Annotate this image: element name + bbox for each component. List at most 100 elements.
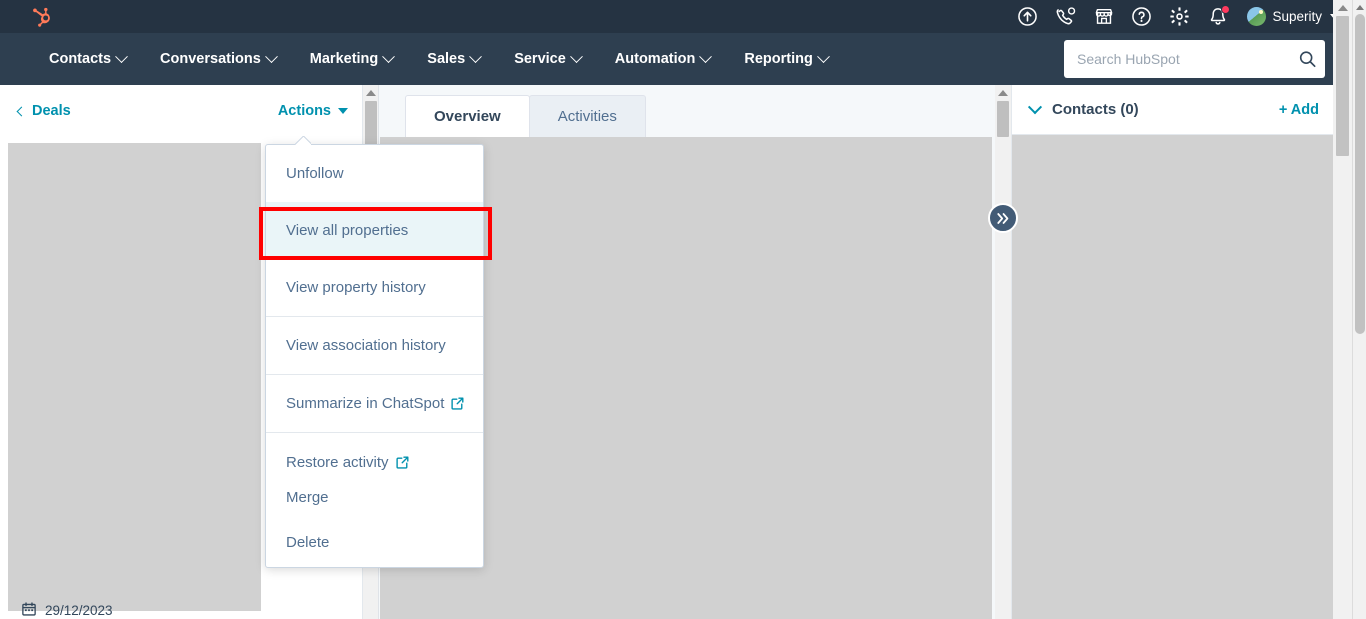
menu-item-label: View association history: [286, 337, 446, 354]
menu-item-label: View property history: [286, 279, 426, 296]
nav-item-label: Service: [514, 51, 566, 67]
nav-item-contacts[interactable]: Contacts: [32, 49, 143, 67]
marketplace-icon[interactable]: [1093, 6, 1114, 27]
notification-badge-dot: [1221, 5, 1231, 14]
chevron-down-icon: [338, 108, 348, 114]
actions-button-label: Actions: [277, 103, 331, 119]
chevron-down-icon: [699, 49, 713, 63]
back-to-deals-link[interactable]: Deals: [16, 103, 71, 119]
record-page-body: Deals Actions 29/12/2023 Overview Activi…: [0, 85, 1352, 619]
scroll-up-arrow-icon[interactable]: [1333, 0, 1352, 16]
menu-group-record-actions: Restore activity Merge Delete: [266, 432, 483, 567]
back-link-label: Deals: [32, 103, 71, 119]
menu-item-view-all-properties[interactable]: View all properties: [266, 202, 483, 259]
chevron-down-icon: [115, 49, 128, 63]
search-input[interactable]: [1064, 40, 1325, 78]
scroll-up-arrow-icon[interactable]: [363, 85, 378, 101]
scrollbar-thumb[interactable]: [997, 101, 1009, 137]
tab-overview[interactable]: Overview: [405, 95, 530, 137]
account-avatar: [1247, 7, 1267, 26]
chevron-down-icon: [469, 49, 483, 63]
help-icon[interactable]: [1131, 6, 1152, 27]
hubspot-app-window: Superity Contacts Conversations Marketin…: [0, 0, 1366, 619]
dropdown-pointer-arrow: [295, 136, 311, 145]
left-sidebar-loading-placeholder: [8, 143, 261, 611]
nav-item-label: Contacts: [49, 51, 112, 67]
calendar-icon: [22, 602, 36, 619]
menu-item-unfollow[interactable]: Unfollow: [266, 145, 483, 202]
nav-item-marketing[interactable]: Marketing: [293, 49, 411, 67]
global-search[interactable]: [1064, 40, 1325, 78]
menu-item-view-association-history[interactable]: View association history: [266, 317, 483, 374]
contacts-panel-title: Contacts (0): [1052, 101, 1139, 118]
external-link-icon: [395, 456, 409, 469]
menu-group-chatspot: Summarize in ChatSpot: [266, 374, 483, 432]
chevron-left-icon: [16, 106, 27, 116]
record-right-panel: Contacts (0) + Add: [1011, 85, 1334, 619]
actions-dropdown-button[interactable]: Actions: [278, 103, 348, 119]
topbar-icon-group: Superity: [1017, 5, 1352, 27]
hubspot-sprocket-logo: [32, 7, 50, 27]
record-left-header: Deals Actions: [0, 85, 362, 137]
actions-dropdown-menu: Unfollow View all properties View proper…: [265, 144, 484, 568]
nav-item-service[interactable]: Service: [497, 49, 598, 67]
menu-item-restore-activity[interactable]: Restore activity: [266, 433, 483, 477]
right-panel-loading-placeholder: [1012, 135, 1334, 619]
menu-item-merge[interactable]: Merge: [266, 477, 483, 517]
browser-window-scrollbar[interactable]: [1352, 0, 1366, 619]
settings-gear-icon[interactable]: [1169, 6, 1190, 27]
scroll-up-arrow-icon[interactable]: [995, 85, 1011, 101]
nav-item-label: Automation: [614, 51, 696, 67]
nav-item-label: Marketing: [309, 51, 379, 67]
chevron-down-icon: [264, 49, 278, 63]
notifications-bell-icon[interactable]: [1207, 5, 1231, 27]
chevron-down-icon: [382, 49, 396, 63]
menu-group-properties: Unfollow View all properties View proper…: [266, 145, 483, 316]
nav-item-list: Contacts Conversations Marketing Sales S…: [0, 49, 845, 67]
menu-item-label: Merge: [286, 488, 329, 506]
double-chevron-right-icon: [996, 212, 1008, 224]
hubspot-logo-link[interactable]: [0, 5, 84, 28]
menu-item-label: View all properties: [286, 222, 409, 239]
scroll-up-arrow-icon[interactable]: [1353, 0, 1366, 14]
nav-right-area: [845, 40, 1352, 78]
nav-item-label: Sales: [427, 51, 466, 67]
calling-icon[interactable]: [1055, 6, 1076, 27]
nav-item-sales[interactable]: Sales: [410, 49, 497, 67]
menu-item-label: Summarize in ChatSpot: [286, 395, 445, 412]
tab-label: Overview: [434, 108, 501, 125]
center-column-scrollbar[interactable]: [995, 85, 1011, 619]
record-date-value: 29/12/2023: [45, 603, 113, 618]
scrollbar-thumb[interactable]: [1355, 14, 1365, 334]
chevron-down-icon[interactable]: [1027, 99, 1043, 114]
account-name: Superity: [1272, 9, 1322, 24]
nav-item-reporting[interactable]: Reporting: [727, 49, 844, 67]
menu-item-summarize-in-chatspot[interactable]: Summarize in ChatSpot: [266, 375, 483, 432]
main-navigation-bar: Contacts Conversations Marketing Sales S…: [0, 33, 1352, 85]
top-utility-bar: Superity: [0, 0, 1352, 33]
search-icon[interactable]: [1299, 51, 1316, 68]
record-tab-bar: Overview Activities: [380, 85, 992, 137]
record-date-field: 29/12/2023: [22, 602, 113, 619]
contacts-association-card-header: Contacts (0) + Add: [1012, 85, 1333, 135]
menu-item-delete[interactable]: Delete: [266, 517, 483, 567]
menu-group-associations: View association history: [266, 316, 483, 374]
nav-item-label: Reporting: [744, 51, 813, 67]
chevron-down-icon: [569, 49, 583, 63]
scrollbar-thumb[interactable]: [1336, 16, 1349, 156]
nav-item-automation[interactable]: Automation: [598, 49, 728, 67]
external-link-icon: [451, 397, 464, 410]
account-menu[interactable]: Superity: [1247, 7, 1338, 26]
menu-item-label: Restore activity: [286, 453, 389, 471]
menu-item-label: Unfollow: [286, 165, 344, 182]
menu-item-view-property-history[interactable]: View property history: [266, 259, 483, 316]
upgrade-icon[interactable]: [1017, 6, 1038, 27]
chevron-down-icon: [816, 49, 830, 63]
tab-label: Activities: [557, 108, 617, 125]
right-panel-scrollbar[interactable]: [1333, 0, 1352, 619]
tab-activities[interactable]: Activities: [528, 95, 646, 137]
collapse-right-panel-button[interactable]: [988, 203, 1018, 233]
add-contact-link[interactable]: + Add: [1279, 102, 1319, 118]
nav-item-conversations[interactable]: Conversations: [143, 49, 293, 67]
menu-item-label: Delete: [286, 533, 330, 551]
